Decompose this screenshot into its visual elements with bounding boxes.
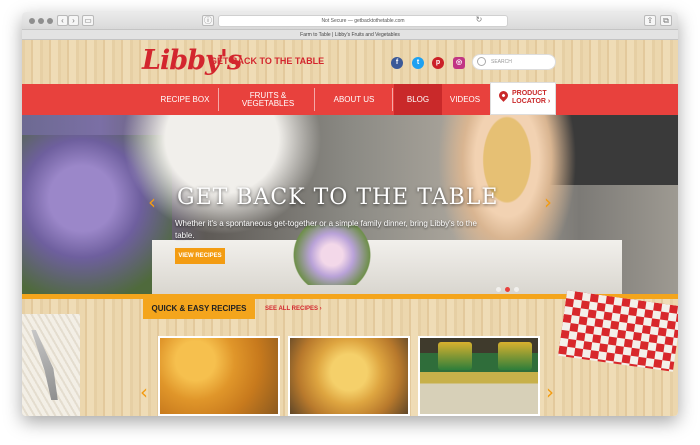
can-image — [438, 342, 472, 370]
search-placeholder: SEARCH — [491, 59, 512, 65]
locator-label-bottom: LOCATOR › — [512, 98, 551, 105]
hero-next-arrow-icon[interactable]: › — [544, 190, 552, 214]
locator-label-top: PRODUCT — [512, 90, 547, 97]
recipe-card-casserole[interactable] — [288, 336, 410, 416]
nav-blog[interactable]: BLOG — [394, 84, 442, 115]
minimize-window-button[interactable] — [38, 18, 44, 24]
hero-subtitle: Whether it's a spontaneous get-together … — [175, 219, 477, 240]
recipe-card-macaroni[interactable] — [158, 336, 280, 416]
recipes-prev-arrow-icon[interactable]: ‹ — [140, 380, 148, 404]
carousel-dot[interactable] — [496, 287, 501, 292]
web-page: Libby's GET BACK TO THE TABLE f t p ◎ SE… — [22, 40, 678, 416]
back-arrow-icon[interactable]: ‹ — [57, 15, 68, 26]
man-figure — [122, 115, 322, 235]
product-locator-button[interactable]: PRODUCT LOCATOR › — [490, 82, 556, 115]
zoom-window-button[interactable] — [47, 18, 53, 24]
nav-fruits-vegetables[interactable]: FRUITS & VEGETABLES — [228, 84, 308, 115]
instagram-icon[interactable]: ◎ — [453, 57, 465, 69]
site-header: Libby's GET BACK TO THE TABLE f t p ◎ SE… — [22, 40, 678, 84]
twitter-icon[interactable]: t — [412, 57, 424, 69]
nav-about-us[interactable]: ABOUT US — [322, 84, 386, 115]
main-navigation: RECIPE BOX FRUITS & VEGETABLES ABOUT US … — [22, 84, 678, 115]
quick-easy-recipes-heading: QUICK & EASY RECIPES — [143, 299, 255, 319]
nav-divider — [392, 88, 393, 111]
can-image — [498, 342, 532, 370]
hero-banner: GET BACK TO THE TABLE Whether it's a spo… — [22, 115, 678, 294]
tab-title[interactable]: Farm to Table | Libby's Fruits and Veget… — [300, 32, 400, 38]
browser-titlebar: ‹ › ▭ ⓘ Not Secure — getbacktothetable.c… — [22, 12, 678, 30]
facebook-icon[interactable]: f — [391, 57, 403, 69]
carousel-dot-active[interactable] — [505, 287, 510, 292]
nav-videos[interactable]: VIDEOS — [442, 84, 488, 115]
browser-window: ‹ › ▭ ⓘ Not Secure — getbacktothetable.c… — [22, 12, 678, 416]
checkered-tablecloth — [557, 290, 678, 372]
header-tagline: GET BACK TO THE TABLE — [210, 56, 325, 66]
privacy-icon[interactable]: ⓘ — [202, 15, 214, 26]
pinterest-icon[interactable]: p — [432, 57, 444, 69]
see-all-recipes-link[interactable]: SEE ALL RECIPES › — [265, 306, 322, 312]
hero-prev-arrow-icon[interactable]: ‹ — [148, 190, 156, 214]
tabs-overview-icon[interactable]: ⧉ — [660, 15, 672, 26]
nav-divider — [314, 88, 315, 111]
close-window-button[interactable] — [29, 18, 35, 24]
view-recipes-button[interactable]: VIEW RECIPES — [175, 248, 225, 264]
nav-recipe-box[interactable]: RECIPE BOX — [152, 84, 218, 115]
location-pin-icon — [497, 89, 510, 102]
share-icon[interactable]: ⇪ — [644, 15, 656, 26]
carousel-dot[interactable] — [514, 287, 519, 292]
tab-bar: Farm to Table | Libby's Fruits and Veget… — [22, 30, 678, 40]
sidebar-icon[interactable]: ▭ — [82, 15, 94, 26]
nav-divider — [218, 88, 219, 111]
search-input[interactable]: SEARCH — [472, 54, 556, 70]
forward-arrow-icon[interactable]: › — [68, 15, 79, 26]
recipe-card-canned-vegetables[interactable] — [418, 336, 540, 416]
hero-title: GET BACK TO THE TABLE — [177, 185, 499, 210]
address-bar[interactable]: Not Secure — getbacktothetable.com — [218, 15, 508, 27]
search-icon — [477, 57, 486, 66]
recipes-next-arrow-icon[interactable]: › — [546, 380, 554, 404]
reload-icon[interactable]: ↻ — [474, 15, 484, 26]
